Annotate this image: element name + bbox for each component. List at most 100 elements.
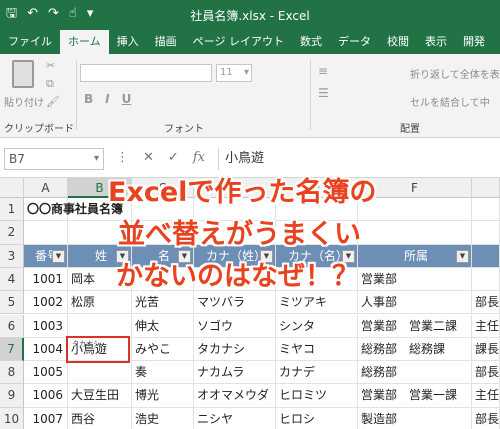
table-cell[interactable]: 主任 xyxy=(472,384,500,408)
formula-input[interactable]: 小鳥遊 xyxy=(218,148,500,170)
cancel-icon[interactable]: ✕ xyxy=(143,148,154,168)
table-cell[interactable] xyxy=(68,361,132,385)
tab-formulas[interactable]: 数式 xyxy=(292,30,330,54)
column-header[interactable] xyxy=(472,178,500,198)
row-header[interactable]: 4 xyxy=(0,267,24,292)
table-cell[interactable]: 部長 xyxy=(472,361,500,385)
table-cell[interactable]: ミヤコ xyxy=(276,337,358,362)
format-painter-icon[interactable]: 🖌 xyxy=(46,96,60,108)
clipboard-icon xyxy=(12,60,34,88)
table-cell[interactable]: 総務部 xyxy=(358,361,472,385)
sheet-title[interactable]: 〇〇商事社員名簿 xyxy=(24,198,123,222)
table-cell[interactable]: 1001 xyxy=(24,267,68,292)
tab-review[interactable]: 校閲 xyxy=(379,30,417,54)
tab-view[interactable]: 表示 xyxy=(417,30,455,54)
paste-label: 貼り付け xyxy=(4,98,44,109)
table-cell[interactable]: 1006 xyxy=(24,384,68,408)
table-cell[interactable]: 博光 xyxy=(132,384,194,408)
bold-icon[interactable]: B xyxy=(84,92,93,106)
table-cell[interactable]: 部長 xyxy=(472,291,500,315)
table-cell[interactable]: 総務部 総務課 xyxy=(358,337,472,362)
ribbon-tabs: ファイル ホーム 挿入 描画 ページ レイアウト 数式 データ 校閲 表示 開発 xyxy=(0,30,500,54)
insert-function-icon[interactable]: fx xyxy=(193,148,205,168)
row-header[interactable]: 9 xyxy=(0,384,24,408)
table-cell[interactable]: 営業部 営業一課 xyxy=(358,384,472,408)
tab-home[interactable]: ホーム xyxy=(60,30,109,54)
filter-dropdown-icon[interactable]: ▼ xyxy=(456,249,469,263)
table-cell[interactable]: ニシヤ xyxy=(194,407,276,429)
table-cell[interactable]: 1003 xyxy=(24,314,68,338)
table-cell[interactable]: 営業部 営業二課 xyxy=(358,314,472,338)
table-cell[interactable]: 主任 xyxy=(472,314,500,338)
table-cell[interactable]: 製造部 xyxy=(358,407,472,429)
row-header[interactable]: 5 xyxy=(0,291,24,315)
chevron-down-icon: ▾ xyxy=(243,67,249,78)
cell[interactable] xyxy=(24,221,68,245)
table-cell[interactable] xyxy=(472,267,500,292)
table-cell[interactable]: オオマメウダ xyxy=(194,384,276,408)
table-header-cell[interactable]: 番号 ▼ xyxy=(24,244,68,268)
tab-page-layout[interactable]: ページ レイアウト xyxy=(185,30,292,54)
row-header[interactable]: 1 xyxy=(0,198,24,222)
italic-icon[interactable]: I xyxy=(105,92,109,106)
table-cell[interactable]: 大豆生田 xyxy=(68,384,132,408)
row-header[interactable]: 3 xyxy=(0,244,24,268)
column-header[interactable]: A xyxy=(24,178,68,198)
copy-icon[interactable]: ⧉ xyxy=(46,78,60,90)
table-cell[interactable]: ナカムラ xyxy=(194,361,276,385)
wrap-text-button[interactable]: 折り返して全体を表 xyxy=(410,66,500,81)
table-cell[interactable]: カナデ xyxy=(276,361,358,385)
table-cell[interactable]: 1005 xyxy=(24,361,68,385)
align-top-icon[interactable]: ≡ xyxy=(318,64,329,78)
headline-line-2: 並べ替えがうまくい xyxy=(118,219,361,250)
underline-icon[interactable]: U xyxy=(122,92,132,106)
table-cell[interactable]: 課長 xyxy=(472,337,500,362)
cell[interactable] xyxy=(472,221,500,245)
select-all-corner[interactable] xyxy=(0,178,24,198)
row-header[interactable]: 10 xyxy=(0,407,24,429)
table-cell[interactable]: みやこ xyxy=(132,337,194,362)
font-name-select[interactable] xyxy=(80,64,212,82)
enter-icon[interactable]: ✓ xyxy=(168,148,179,168)
table-cell[interactable]: ヒロミツ xyxy=(276,384,358,408)
tab-insert[interactable]: 挿入 xyxy=(109,30,147,54)
align-left-icon[interactable]: ☰ xyxy=(318,86,329,100)
title-bar: 🖫 ↶ ↷ ☝ ▾ 社員名簿.xlsx - Excel xyxy=(0,0,500,30)
table-cell[interactable]: 奏 xyxy=(132,361,194,385)
row-header[interactable]: 6 xyxy=(0,314,24,338)
tab-data[interactable]: データ xyxy=(330,30,379,54)
table-cell[interactable] xyxy=(68,314,132,338)
tab-developer[interactable]: 開発 xyxy=(455,30,493,54)
table-header-cell[interactable] xyxy=(472,244,500,268)
font-size-select[interactable]: 11 ▾ xyxy=(216,64,252,82)
table-cell[interactable]: ソゴウ xyxy=(194,314,276,338)
formula-buttons: ⋮ ✕ ✓ fx xyxy=(116,148,205,168)
paste-button[interactable]: 貼り付け xyxy=(4,60,44,109)
name-box[interactable]: B7 ▾ xyxy=(4,148,104,170)
row-header[interactable]: 8 xyxy=(0,361,24,385)
table-cell[interactable]: 1007 xyxy=(24,407,68,429)
filter-dropdown-icon[interactable]: ▼ xyxy=(52,249,65,263)
clipboard-group-label: クリップボード xyxy=(4,124,74,135)
table-cell[interactable]: 浩史 xyxy=(132,407,194,429)
table-cell[interactable]: 1002 xyxy=(24,291,68,315)
cut-icon[interactable]: ✂ xyxy=(46,60,60,72)
row-header[interactable]: 7 xyxy=(0,337,24,362)
cell[interactable] xyxy=(472,198,500,222)
font-group-label: フォント xyxy=(164,124,204,135)
table-cell[interactable]: タカナシ xyxy=(194,337,276,362)
table-cell[interactable]: 部長 xyxy=(472,407,500,429)
table-cell[interactable]: 西谷 xyxy=(68,407,132,429)
table-cell[interactable]: 1004 xyxy=(24,337,68,362)
group-separator xyxy=(310,60,311,130)
tab-file[interactable]: ファイル xyxy=(0,30,60,54)
font-style-buttons: B I U xyxy=(84,92,131,106)
table-cell[interactable]: シンタ xyxy=(276,314,358,338)
row-header[interactable]: 2 xyxy=(0,221,24,245)
tab-draw[interactable]: 描画 xyxy=(147,30,185,54)
table-cell[interactable]: 伸太 xyxy=(132,314,194,338)
clipboard-small-icons: ✂ ⧉ 🖌 xyxy=(46,60,60,108)
merge-center-button[interactable]: セルを結合して中 xyxy=(410,94,490,109)
table-cell[interactable]: ヒロシ xyxy=(276,407,358,429)
headline-line-3: かないのはなぜ！？ xyxy=(116,261,359,292)
